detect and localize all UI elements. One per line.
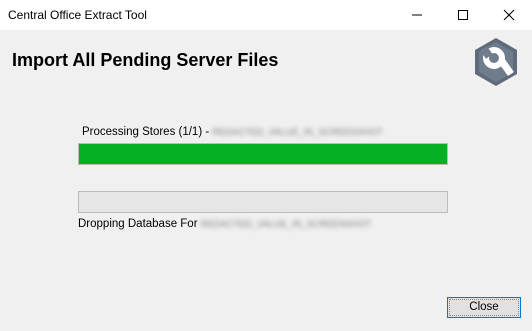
dropping-database-label: Dropping Database For REDACTED_VALUE_IN_… [78,218,372,230]
wrench-gear-icon [475,38,517,86]
close-button[interactable]: Close [447,297,521,318]
redacted-store-name: REDACTED_VALUE_IN_SCREENSHOT [212,126,383,137]
window-close-button[interactable] [486,0,532,30]
maximize-button[interactable] [440,0,486,30]
page-title: Import All Pending Server Files [12,50,279,70]
stores-progress-fill [79,144,447,164]
minimize-icon [412,14,422,16]
stores-progress-bar [78,143,448,165]
close-button-label: Close [449,299,519,316]
redacted-database-name: REDACTED_VALUE_IN_SCREENSHOT [200,218,372,229]
database-progress-bar [78,191,448,213]
app-window: Central Office Extract Tool Import All P… [0,0,532,331]
minimize-button[interactable] [394,0,440,30]
title-bar[interactable]: Central Office Extract Tool [0,0,532,30]
maximize-icon [458,10,468,20]
window-title: Central Office Extract Tool [8,8,147,22]
close-icon [503,9,515,21]
processing-stores-label: Processing Stores (1/1) - REDACTED_VALUE… [82,126,383,138]
